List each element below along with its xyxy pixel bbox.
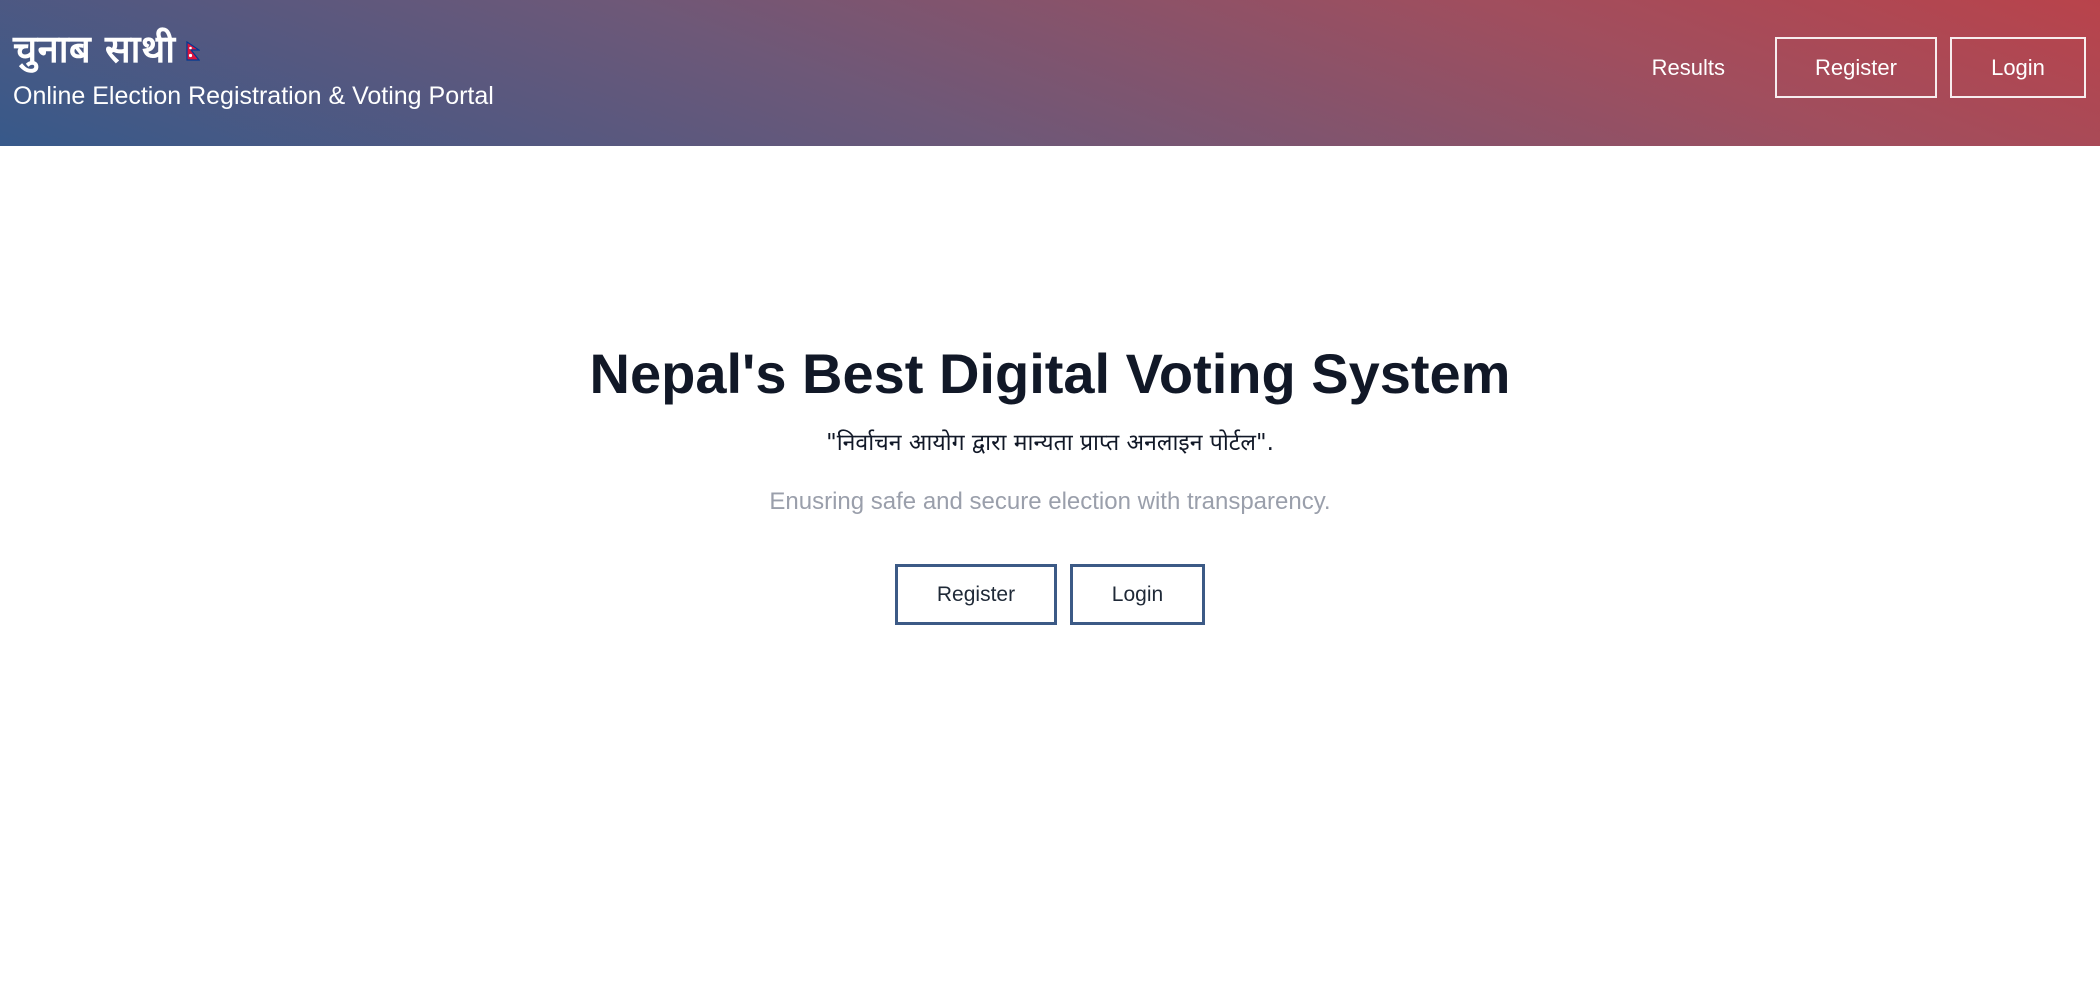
nav-results-link[interactable]: Results — [1652, 55, 1725, 81]
hero-button-group: Register Login — [0, 564, 2100, 625]
hero-tagline: Enusring safe and secure election with t… — [769, 488, 1331, 515]
top-nav: Results Register Login — [1652, 37, 2086, 98]
brand-title: चुनाब साथी — [13, 27, 176, 71]
hero-section: Nepal's Best Digital Voting System "निर्… — [0, 330, 2100, 625]
nav-register-button[interactable]: Register — [1775, 37, 1937, 98]
site-header: चुनाब साथी Online Election Registration … — [0, 0, 2100, 146]
hero-login-button[interactable]: Login — [1070, 564, 1205, 625]
hero-register-button[interactable]: Register — [895, 564, 1057, 625]
brand-title-row: चुनाब साथी — [13, 24, 494, 74]
hero-quote: "निर्वाचन आयोग द्वारा मान्यता प्राप्त अन… — [826, 430, 1274, 456]
brand-subtitle: Online Election Registration & Voting Po… — [13, 82, 494, 110]
nav-login-button[interactable]: Login — [1950, 37, 2086, 98]
hero-title: Nepal's Best Digital Voting System — [589, 342, 1511, 405]
brand[interactable]: चुनाब साथी Online Election Registration … — [13, 24, 494, 111]
nepal-flag-icon — [186, 41, 200, 61]
